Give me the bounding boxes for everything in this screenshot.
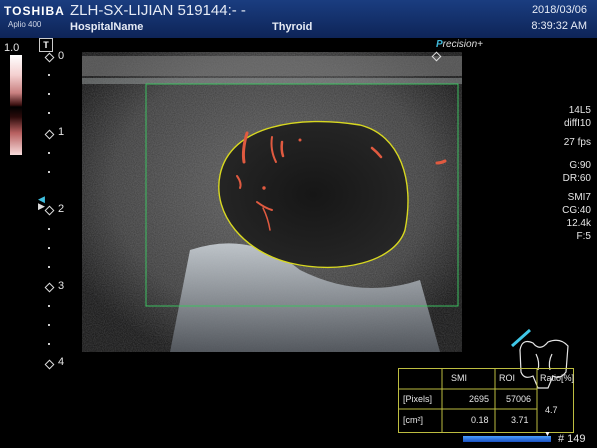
precision-label: Precision+ [436,39,483,50]
table-header-smi: SMI [451,373,468,383]
param-mode: diffI10 [563,118,591,129]
depth-label: 2 [58,203,65,215]
depth-dot [48,324,50,326]
param-gain: G:90 [569,160,591,171]
depth-dot [48,171,50,173]
table-cell-roi: 3.71 [511,415,529,425]
table-cell-smi: 2695 [469,394,490,404]
exam-preset: Thyroid [272,21,313,33]
depth-dot [48,305,50,307]
param-prf: 12.4k [566,218,591,229]
depth-dot [48,247,50,249]
depth-label: 3 [58,280,65,292]
ultrasound-screen: TOSHIBA Aplio 400 ZLH-SX-LIJIAN 519144:-… [0,0,597,448]
table-cell-ratio: 4.7 [545,405,558,415]
gain-label: 1.0 [4,42,20,54]
precision-prefix: P [436,39,443,50]
depth-dot [48,93,50,95]
depth-dot [48,266,50,268]
frame-number: # 149 [558,433,586,445]
param-color-gain: CG:40 [562,205,591,216]
hospital-name: HospitalName [70,21,144,33]
header-bar: TOSHIBA Aplio 400 ZLH-SX-LIJIAN 519144:-… [0,0,597,38]
cine-knob-icon[interactable]: ▼ [544,431,551,438]
param-smi: SMI7 [567,192,591,203]
cine-progress-bar[interactable] [463,436,551,442]
measurement-table: SMI ROI Ratio[%] [Pixels] 2695 57006 [cm… [398,368,574,433]
exam-date: 2018/03/06 [531,4,587,16]
precision-suffix: recision [442,39,478,50]
depth-dot [48,74,50,76]
depth-dot [48,343,50,345]
brand-logo: TOSHIBA [4,4,65,18]
depth-dot [48,152,50,154]
param-fps: 27 fps [563,137,591,148]
exam-time: 8:39:32 AM [531,20,587,32]
depth-dot [48,112,50,114]
transducer-badge: T [39,38,53,52]
table-header-roi: ROI [499,373,516,383]
imaging-parameters: 14L5 diffI10 27 fps G:90 DR:60 SMI7 CG:4… [562,104,591,243]
patient-id: ZLH-SX-LIJIAN 519144:- - [70,2,246,19]
table-header-ratio: Ratio[%] [540,373,575,383]
depth-dot [48,228,50,230]
depth-label: 0 [58,50,65,62]
model-name: Aplio 400 [8,20,42,29]
depth-label: 1 [58,126,65,138]
table-row-label: [Pixels] [403,394,433,404]
table-cell-smi: 0.18 [471,415,489,425]
table-cell-roi: 57006 [506,394,532,404]
precision-plus: + [477,39,483,50]
param-dynamic-range: DR:60 [562,173,591,184]
depth-label: 4 [58,356,65,368]
color-scale-bar [10,55,22,155]
param-filter: F:5 [576,231,591,242]
table-row-label: [cm²] [403,415,423,425]
param-probe: 14L5 [568,105,591,116]
